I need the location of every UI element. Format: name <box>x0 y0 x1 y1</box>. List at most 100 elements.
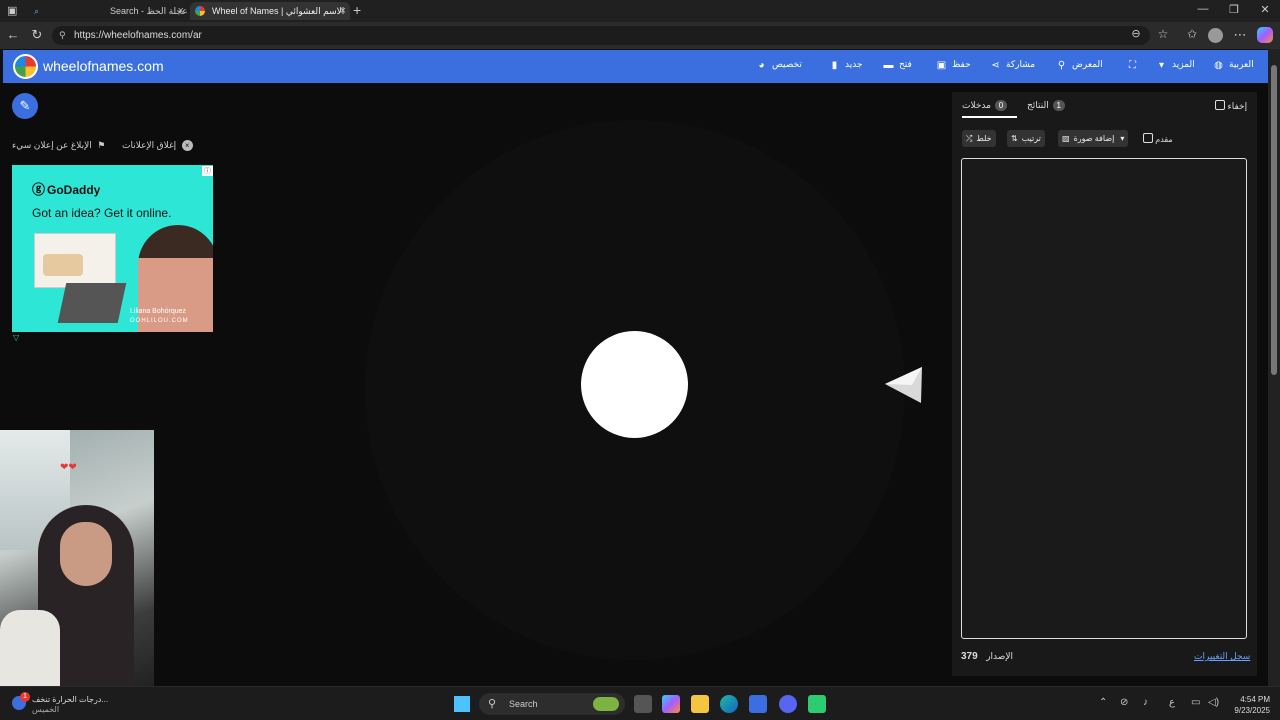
add-image-button[interactable]: ▨ إضافة صورة ▾ <box>1058 130 1129 147</box>
edge-browser-icon[interactable] <box>720 695 738 713</box>
taskbar-search-label: Search <box>509 699 538 709</box>
close-circle-icon: × <box>181 140 193 151</box>
input-language[interactable]: ع <box>1169 697 1175 708</box>
chevron-down-icon: ▾ <box>1120 134 1125 143</box>
ad-banner[interactable]: ⓘ ⓖ GoDaddy Got an idea? Get it online. L… <box>12 165 213 332</box>
page-scrollbar[interactable] <box>1268 49 1280 686</box>
taskbar-clock[interactable]: 4:54 PM 9/23/2025 <box>1224 694 1270 716</box>
sidebar-toggle-icon[interactable]: ▣ <box>7 4 17 17</box>
volume-icon[interactable]: ◁) <box>1208 697 1219 708</box>
new-tab-icon[interactable]: + <box>353 2 361 18</box>
profile-avatar[interactable] <box>1208 28 1223 43</box>
sort-button[interactable]: ⇅ ترتيب <box>1007 130 1045 147</box>
discord-icon[interactable] <box>779 695 797 713</box>
fullscreen-icon: ⛶ <box>1129 60 1136 71</box>
menu-language[interactable]: ◍ العربية <box>1213 59 1253 71</box>
favorites-icon[interactable]: ✩ <box>1183 27 1201 41</box>
scrollbar-thumb[interactable] <box>1271 65 1277 375</box>
network-off-icon[interactable]: ⊘ <box>1120 697 1128 708</box>
taskbar-search-input[interactable]: ⚲ Search <box>479 693 625 715</box>
windows-taskbar: 1 درجات الحرارة تنخف... الخميس ⚲ Search … <box>0 686 1280 720</box>
task-view-icon[interactable] <box>634 695 652 713</box>
refresh-icon[interactable]: ↻ <box>28 27 46 43</box>
menu-customize[interactable]: ◕ تخصيص <box>756 59 801 71</box>
site-name[interactable]: wheelofnames.com <box>43 58 164 74</box>
url-text: https://wheelofnames.com/ar <box>74 30 202 41</box>
close-tab-icon[interactable]: × <box>178 2 184 20</box>
minimize-icon[interactable]: — <box>1188 3 1218 15</box>
wheel-favicon-icon <box>195 6 205 16</box>
copilot-app-icon[interactable] <box>662 695 680 713</box>
close-ads-label: إغلاق الإعلانات <box>122 140 177 150</box>
clock-time: 4:54 PM <box>1240 695 1270 704</box>
menu-gallery[interactable]: ⚲ المعرض <box>1056 59 1103 71</box>
menu-more[interactable]: ▾ المزيد <box>1156 59 1195 71</box>
menu-new[interactable]: ▮ جديد <box>829 59 863 71</box>
app-header: wheelofnames.com ◕ تخصيص ▮ جديد ▬ فتح ▣ حفظ … <box>3 50 1268 83</box>
tab-wheel-of-names[interactable]: Wheel of Names | الاسم العشوائي × <box>190 2 350 20</box>
copilot-icon[interactable] <box>1257 27 1273 43</box>
close-ads-link[interactable]: إغلاق الإعلانات × <box>122 140 193 151</box>
wheel-logo-icon[interactable] <box>13 54 38 79</box>
more-options-icon[interactable]: ⋯ <box>1231 27 1249 43</box>
ad-choices-icon[interactable]: ▽ <box>13 333 19 342</box>
shuffle-label: خلط <box>976 134 992 143</box>
wheel-center-button[interactable] <box>581 331 688 438</box>
file-explorer-icon[interactable] <box>691 695 709 713</box>
shuffle-button[interactable]: ⤮ خلط <box>962 130 996 147</box>
ad-brand-label: GoDaddy <box>47 183 101 197</box>
app-green-icon[interactable] <box>808 695 826 713</box>
tab-results[interactable]: النتائج 1 <box>1027 100 1065 111</box>
entries-count-badge: 0 <box>994 100 1007 111</box>
store-icon[interactable] <box>749 695 767 713</box>
entries-textarea[interactable] <box>961 158 1247 639</box>
site-info-icon[interactable]: ⚲ <box>59 26 66 45</box>
close-window-icon[interactable]: ✕ <box>1250 3 1280 16</box>
fullscreen-button[interactable]: ⛶ <box>1127 59 1143 71</box>
reading-icon[interactable]: ⊖ <box>1127 27 1145 40</box>
advanced-toggle[interactable]: مقدم <box>1143 133 1173 144</box>
ad-info-icon[interactable]: ⓘ <box>202 166 213 176</box>
tab-search[interactable]: ⌕ Search - عجلة الحظ × <box>28 2 188 20</box>
tray-chevron-up-icon[interactable]: ⌃ <box>1099 697 1107 708</box>
results-count-badge: 1 <box>1052 100 1065 111</box>
flag-icon: ⚑ <box>97 140 106 150</box>
menu-open[interactable]: ▬ فتح <box>883 59 912 71</box>
microphone-icon[interactable]: ♪ <box>1143 697 1148 708</box>
sort-icon: ⇅ <box>1011 134 1018 143</box>
pencil-icon: ✎ <box>19 98 31 113</box>
version-info: 379 الإصدار <box>961 651 1013 662</box>
godaddy-icon: ⓖ <box>32 182 46 197</box>
menu-gallery-label: المعرض <box>1072 59 1103 69</box>
menu-save[interactable]: ▣ حفظ <box>936 59 971 71</box>
hide-checkbox[interactable] <box>1215 100 1225 110</box>
tab-entries[interactable]: مدخلات 0 <box>962 100 1007 111</box>
version-label: الإصدار <box>986 651 1014 661</box>
globe-icon: ◍ <box>1214 60 1223 71</box>
tab-wheel-label: Wheel of Names | الاسم العشوائي <box>212 6 345 16</box>
add-image-label: إضافة صورة <box>1073 134 1115 143</box>
close-tab-icon[interactable]: × <box>340 2 346 20</box>
back-icon[interactable]: ← <box>4 27 22 42</box>
report-ad-link[interactable]: الإبلاغ عن إعلان سيء ⚑ <box>12 140 105 151</box>
chevron-down-icon: ▾ <box>1158 60 1165 71</box>
display-icon[interactable]: ▭ <box>1191 697 1200 708</box>
favorite-star-icon[interactable]: ☆ <box>1154 27 1172 41</box>
url-input[interactable]: ⚲ https://wheelofnames.com/ar <box>52 26 1150 45</box>
palette-icon: ◕ <box>758 60 765 71</box>
person-face-image <box>60 522 112 586</box>
weather-widget[interactable]: درجات الحرارة تنخف... الخميس <box>32 695 108 715</box>
version-number: 379 <box>961 651 978 662</box>
webcam-overlay: ❤❤ <box>0 430 154 686</box>
hide-toggle[interactable]: إخفاء <box>1215 100 1247 112</box>
report-ad-label: الإبلاغ عن إعلان سيء <box>12 140 92 150</box>
ad-tagline: Got an idea? Get it online. <box>32 206 172 220</box>
edit-pencil-button[interactable]: ✎ <box>12 93 38 119</box>
weather-line2: الخميس <box>32 705 60 714</box>
maximize-icon[interactable]: ❐ <box>1219 3 1249 16</box>
changelog-link[interactable]: سجل التغييرات <box>1194 651 1250 662</box>
menu-share[interactable]: ⋖ مشاركة <box>990 59 1035 71</box>
advanced-checkbox[interactable] <box>1143 133 1153 143</box>
windows-start-icon[interactable] <box>454 696 470 712</box>
share-icon: ⋖ <box>991 60 1000 71</box>
